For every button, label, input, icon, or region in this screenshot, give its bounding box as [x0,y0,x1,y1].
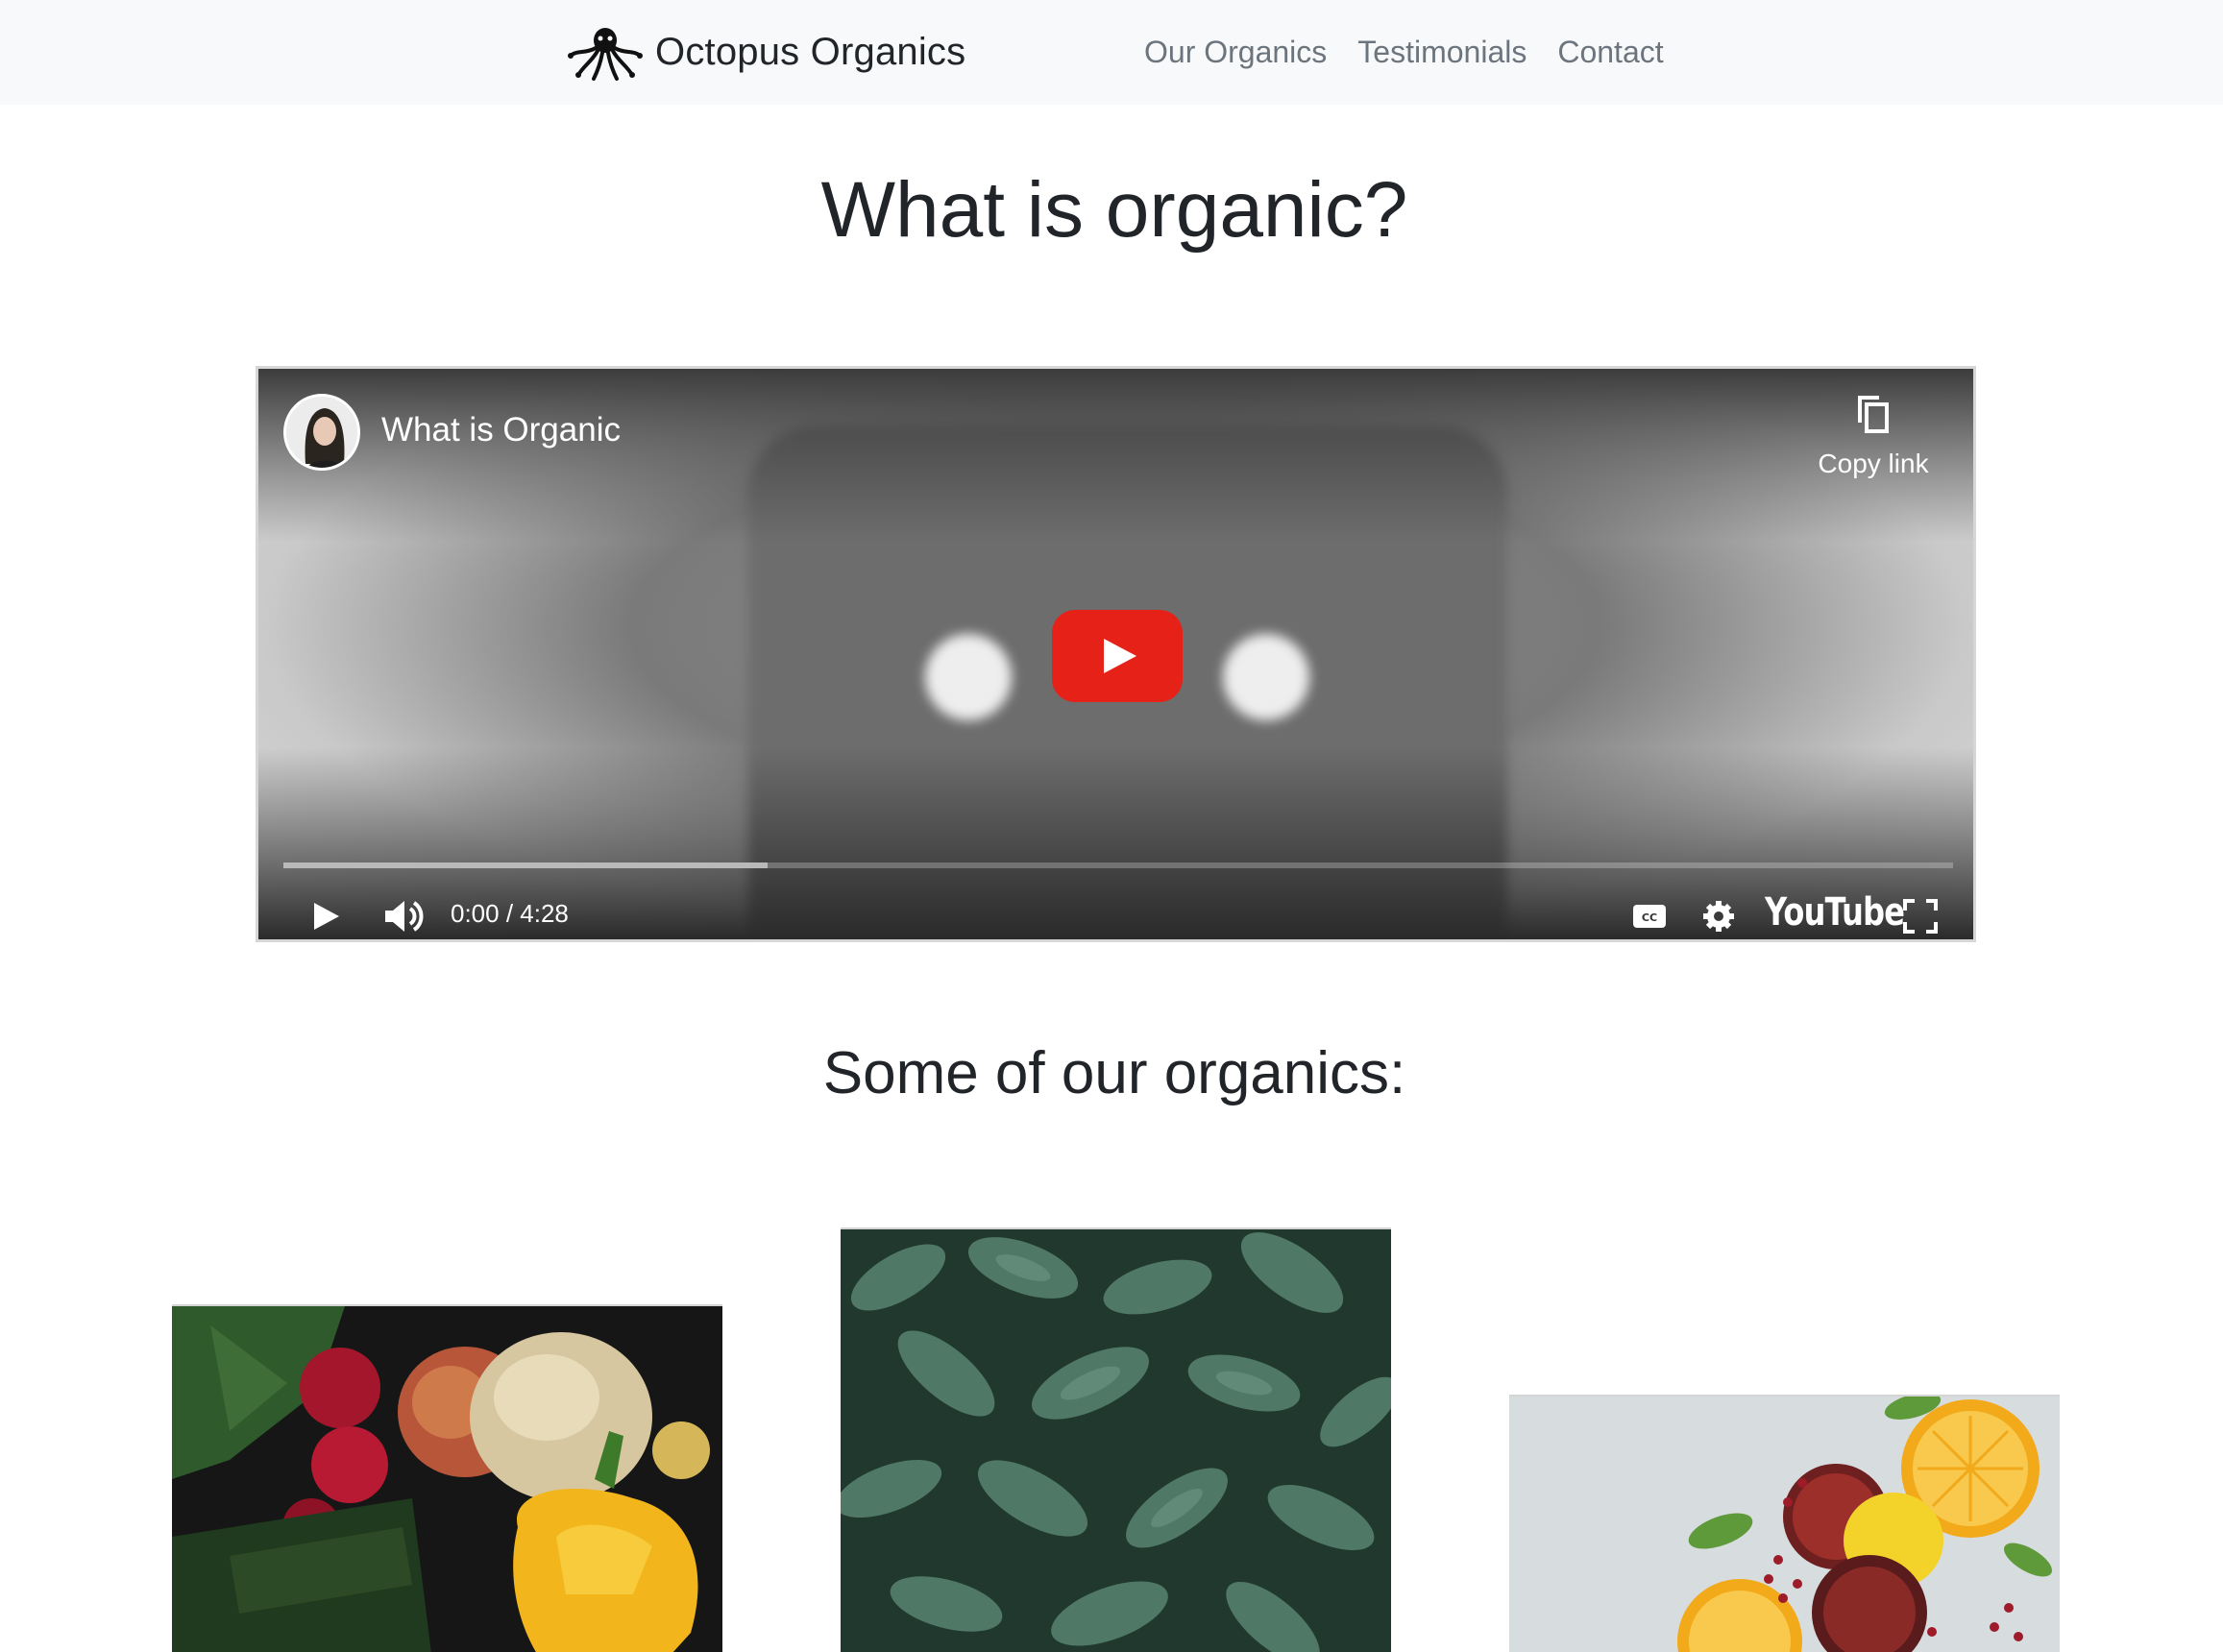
svg-text:CC: CC [1642,911,1657,924]
youtube-logo[interactable]: YouTube [1765,890,1905,935]
navbar: Octopus Organics Our Organics Testimonia… [0,0,2223,105]
play-video-button[interactable] [1052,610,1183,702]
volume-icon[interactable] [381,889,428,942]
video-progress-fill [283,862,769,868]
video-player[interactable]: What is Organic Copy link 0:00 / 4:28 CC [256,366,1976,942]
nav-links: Our Organics Testimonials Contact [1144,29,1664,75]
video-progress-bar[interactable] [283,862,1953,868]
nav-link-testimonials[interactable]: Testimonials [1357,29,1527,75]
video-top-shade [258,369,1973,542]
video-time: 0:00 / 4:28 [451,899,569,928]
vegetables-image [172,1304,722,1652]
video-thumbnail-dot [925,634,1012,720]
octopus-logo-icon [568,28,643,81]
citrus-image [1509,1395,2060,1652]
video-title[interactable]: What is Organic [381,411,621,449]
settings-gear-icon[interactable] [1699,889,1738,942]
leaves-image [841,1227,1391,1652]
play-icon [1104,639,1136,673]
play-icon[interactable] [306,889,345,942]
video-thumbnail-dot [1223,634,1309,720]
nav-link-our-organics[interactable]: Our Organics [1144,29,1327,75]
copy-link-label: Copy link [1818,449,1929,478]
closed-captions-icon[interactable]: CC [1630,889,1669,942]
brand-name: Octopus Organics [655,30,966,73]
nav-link-contact[interactable]: Contact [1557,29,1663,75]
copy-link-button[interactable]: Copy link [1816,392,1931,479]
leaves-photo [841,1229,1391,1652]
brand[interactable]: Octopus Organics [567,21,965,83]
section-heading: Some of our organics: [822,1040,1406,1106]
vegetables-photo [172,1306,722,1652]
copy-icon [1858,396,1889,433]
channel-avatar[interactable] [283,394,360,471]
citrus-photo [1509,1397,2060,1652]
fullscreen-icon[interactable] [1901,889,1940,942]
page-title: What is organic? [820,166,1408,254]
